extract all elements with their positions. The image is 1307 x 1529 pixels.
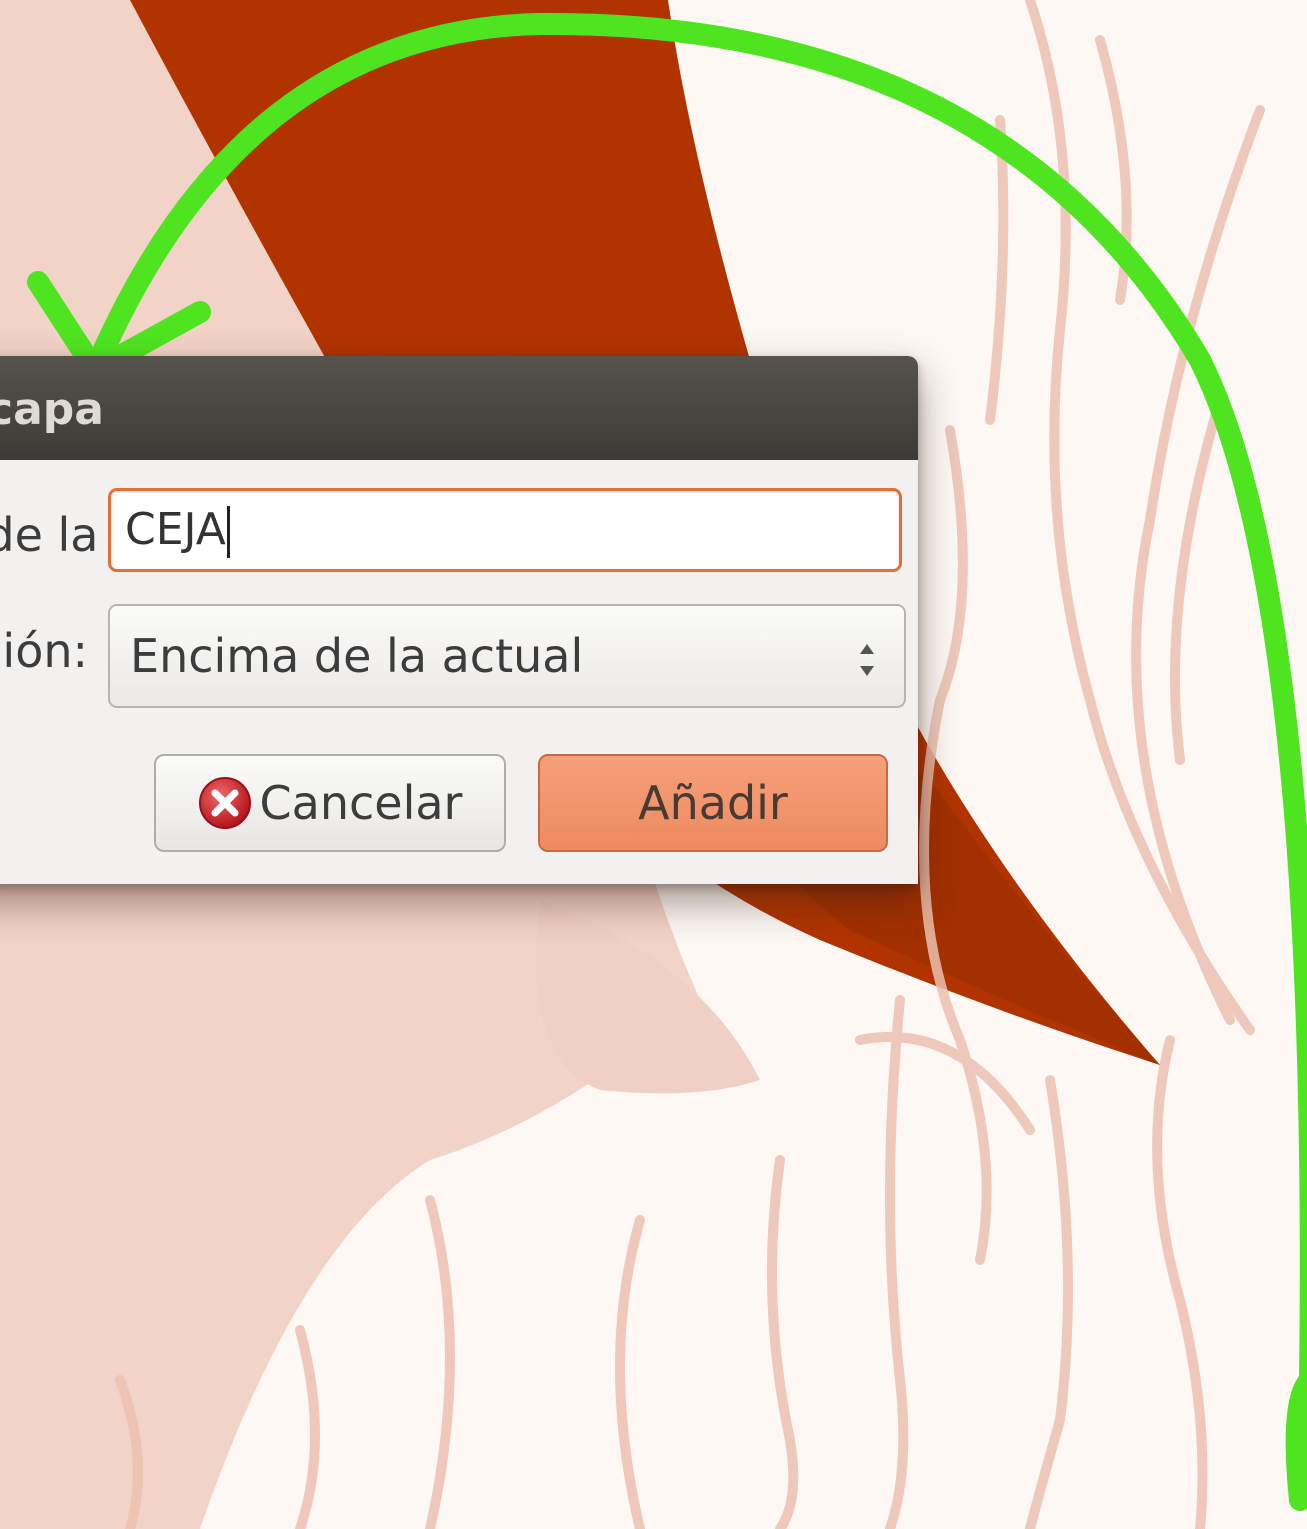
- position-label: Posición:: [0, 624, 88, 678]
- position-selected-value: Encima de la actual: [130, 629, 584, 683]
- cancel-button-label: Cancelar: [259, 776, 463, 830]
- add-button-label: Añadir: [638, 776, 788, 830]
- updown-spinner-icon: [860, 644, 874, 676]
- new-layer-dialog: Nueva capa Nombre de la capa: CEJA Posic…: [0, 356, 918, 884]
- cancel-button[interactable]: Cancelar: [154, 754, 506, 852]
- text-caret: [226, 506, 230, 558]
- screen: Nueva capa Nombre de la capa: CEJA Posic…: [0, 0, 1307, 1529]
- layer-name-label: Nombre de la capa:: [0, 508, 239, 562]
- cancel-circle-icon: [198, 776, 251, 829]
- dialog-title: Nueva capa: [0, 384, 104, 435]
- layer-name-value: CEJA: [125, 504, 226, 555]
- add-button[interactable]: Añadir: [538, 754, 888, 852]
- position-select[interactable]: Encima de la actual: [108, 604, 906, 708]
- dialog-titlebar: Nueva capa: [0, 356, 918, 460]
- layer-name-input[interactable]: CEJA: [108, 488, 902, 572]
